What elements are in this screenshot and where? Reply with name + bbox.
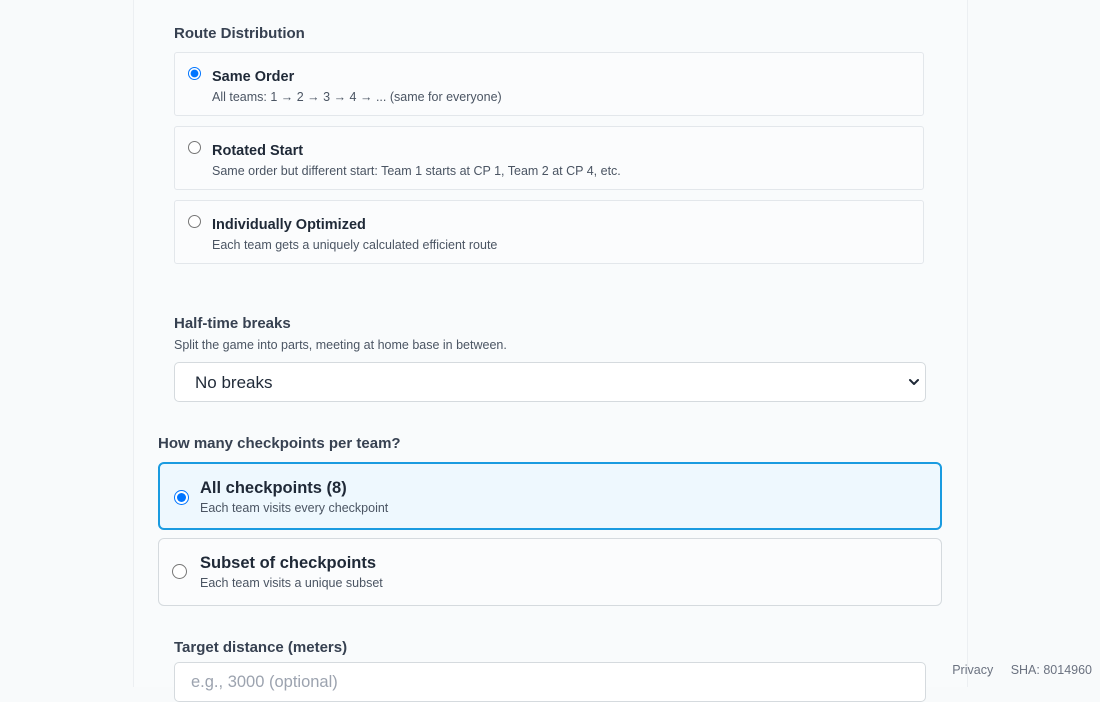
individually-optimized-radio[interactable] — [188, 215, 201, 228]
checkpoint-option-desc: Each team visits every checkpoint — [200, 501, 389, 515]
target-distance-label: Target distance (meters) — [174, 639, 348, 656]
route-option-rotated-start[interactable]: Rotated Start Same order but different s… — [174, 126, 924, 190]
halftime-desc: Split the game into parts, meeting at ho… — [174, 338, 507, 352]
checkpoint-option-subset[interactable]: Subset of checkpoints Each team visits a… — [158, 538, 942, 606]
target-distance-input[interactable] — [174, 662, 926, 702]
route-option-desc: Same order but different start: Team 1 s… — [212, 164, 621, 178]
halftime-select[interactable]: No breaks — [174, 362, 926, 402]
rotated-start-radio[interactable] — [188, 141, 201, 154]
route-option-desc: All teams: 1 → 2 → 3 → 4 → ... (same for… — [212, 90, 502, 104]
checkpoint-option-all[interactable]: All checkpoints (8) Each team visits eve… — [158, 462, 942, 530]
checkpoint-option-desc: Each team visits a unique subset — [200, 576, 383, 590]
subset-checkpoints-radio[interactable] — [172, 564, 187, 579]
chevron-down-icon — [909, 379, 919, 385]
all-checkpoints-radio[interactable] — [174, 490, 189, 505]
route-option-title: Same Order — [212, 69, 295, 85]
route-option-same-order[interactable]: Same Order All teams: 1 → 2 → 3 → 4 → ..… — [174, 52, 924, 116]
checkpoint-option-title: All checkpoints (8) — [200, 479, 347, 497]
privacy-link[interactable]: Privacy — [952, 663, 993, 677]
sha-label: SHA: 8014960 — [1010, 663, 1092, 677]
checkpoints-label: How many checkpoints per team? — [158, 435, 401, 452]
route-option-title: Individually Optimized — [212, 217, 366, 233]
same-order-radio[interactable] — [188, 67, 201, 80]
route-option-desc: Each team gets a uniquely calculated eff… — [212, 238, 498, 252]
route-option-title: Rotated Start — [212, 143, 304, 159]
route-option-individually-optimized[interactable]: Individually Optimized Each team gets a … — [174, 200, 924, 264]
halftime-select-value: No breaks — [195, 373, 273, 392]
route-distribution-label: Route Distribution — [174, 25, 305, 42]
footer: Privacy SHA: 8014960 — [938, 663, 1092, 677]
checkpoint-option-title: Subset of checkpoints — [200, 554, 377, 572]
halftime-label: Half-time breaks — [174, 315, 291, 332]
